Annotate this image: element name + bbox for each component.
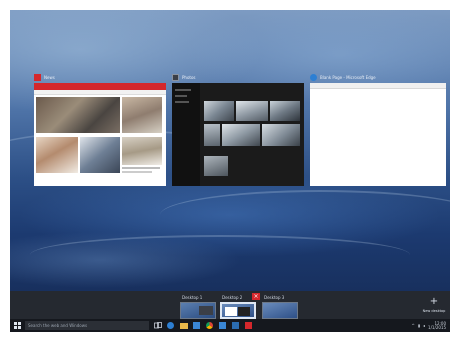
wallpaper-wave bbox=[160, 190, 450, 240]
photos-icon bbox=[172, 73, 179, 81]
wallpaper-wave bbox=[30, 235, 410, 275]
desktop-thumbnail-1[interactable] bbox=[180, 302, 216, 319]
news-caption-line bbox=[122, 167, 160, 169]
window-thumbnail[interactable] bbox=[310, 83, 446, 186]
taskbar-search-box[interactable] bbox=[25, 321, 149, 330]
desktop-label: Desktop 3 bbox=[264, 295, 285, 300]
photo-tile bbox=[262, 124, 300, 146]
taskbar-store[interactable] bbox=[192, 321, 201, 330]
news-side-image bbox=[122, 97, 162, 133]
desktop-mini-window bbox=[199, 306, 213, 315]
news-nav-row bbox=[34, 90, 166, 95]
window-title-bar: Photos bbox=[172, 72, 304, 82]
volume-icon[interactable]: ◂ bbox=[423, 323, 425, 328]
desktop-thumbnail-2[interactable] bbox=[220, 302, 256, 319]
edge-icon bbox=[167, 322, 174, 329]
mail-icon bbox=[232, 322, 239, 329]
chrome-icon bbox=[206, 322, 213, 329]
chevron-up-icon[interactable]: ^ bbox=[411, 323, 414, 328]
start-button[interactable] bbox=[10, 319, 24, 332]
photo-tile bbox=[222, 124, 260, 146]
task-view-button[interactable] bbox=[153, 321, 162, 330]
close-desktop-button[interactable]: × bbox=[252, 293, 260, 300]
sidebar-line bbox=[175, 101, 189, 103]
taskview-window-edge[interactable]: Blank Page - Microsoft Edge bbox=[310, 72, 446, 186]
news-caption-line bbox=[122, 171, 152, 173]
window-thumbnail[interactable] bbox=[34, 83, 166, 186]
new-desktop-button[interactable]: + New desktop bbox=[418, 291, 450, 319]
folder-icon bbox=[179, 322, 188, 329]
news-header-bar bbox=[34, 83, 166, 90]
store-icon bbox=[193, 322, 200, 329]
system-tray: ^ ▮ ◂ 12:00 1/1/2015 bbox=[411, 321, 450, 330]
taskview-window-news[interactable]: News bbox=[34, 72, 166, 186]
photos-icon bbox=[219, 322, 226, 329]
window-title-bar: News bbox=[34, 72, 166, 82]
search-input[interactable] bbox=[28, 321, 149, 330]
clock-date: 1/1/2015 bbox=[428, 324, 446, 330]
news-image bbox=[122, 137, 162, 165]
taskbar-chrome[interactable] bbox=[205, 321, 214, 330]
photo-tile bbox=[204, 101, 234, 121]
plus-icon: + bbox=[429, 296, 439, 307]
sidebar-line bbox=[175, 89, 191, 91]
task-view-icon bbox=[153, 322, 162, 329]
taskbar-file-explorer[interactable] bbox=[179, 321, 188, 330]
desktop-mini-window bbox=[225, 307, 237, 316]
edge-icon bbox=[310, 73, 317, 81]
desktop-screen: News Photos Blank Page - Microsoft Edge … bbox=[10, 10, 450, 332]
sidebar-line bbox=[175, 95, 187, 97]
taskbar-mail[interactable] bbox=[231, 321, 240, 330]
desktop-thumbnail-3[interactable] bbox=[262, 302, 298, 319]
news-hero-image bbox=[36, 97, 120, 133]
photo-tile bbox=[204, 156, 228, 176]
window-title: Blank Page - Microsoft Edge bbox=[320, 74, 376, 80]
virtual-desktops-bar: Desktop 1 Desktop 2 × Desktop 3 + New de… bbox=[10, 291, 450, 319]
desktop-label: Desktop 2 bbox=[222, 295, 243, 300]
news-image bbox=[36, 137, 78, 173]
clock[interactable]: 12:00 1/1/2015 bbox=[428, 321, 446, 330]
window-title: Photos bbox=[182, 74, 196, 80]
news-icon bbox=[245, 322, 252, 329]
windows-logo-icon bbox=[13, 322, 21, 329]
desktop-mini-window bbox=[238, 307, 250, 316]
window-thumbnail[interactable] bbox=[172, 83, 304, 186]
new-desktop-label: New desktop bbox=[422, 309, 446, 313]
network-icon[interactable]: ▮ bbox=[418, 323, 420, 328]
taskbar: ^ ▮ ◂ 12:00 1/1/2015 bbox=[10, 319, 450, 332]
taskbar-photos[interactable] bbox=[218, 321, 227, 330]
photos-sidebar bbox=[172, 83, 200, 186]
window-title: News bbox=[44, 74, 55, 80]
taskbar-news[interactable] bbox=[244, 321, 253, 330]
photo-tile bbox=[270, 101, 300, 121]
news-image bbox=[80, 137, 120, 173]
taskview-window-photos[interactable]: Photos bbox=[172, 72, 304, 186]
browser-chrome bbox=[310, 83, 446, 89]
desktop-label: Desktop 1 bbox=[182, 295, 203, 300]
photo-tile bbox=[236, 101, 268, 121]
photo-tile bbox=[204, 124, 220, 146]
news-icon bbox=[34, 73, 41, 81]
window-title-bar: Blank Page - Microsoft Edge bbox=[310, 72, 446, 82]
taskbar-edge[interactable] bbox=[166, 321, 175, 330]
